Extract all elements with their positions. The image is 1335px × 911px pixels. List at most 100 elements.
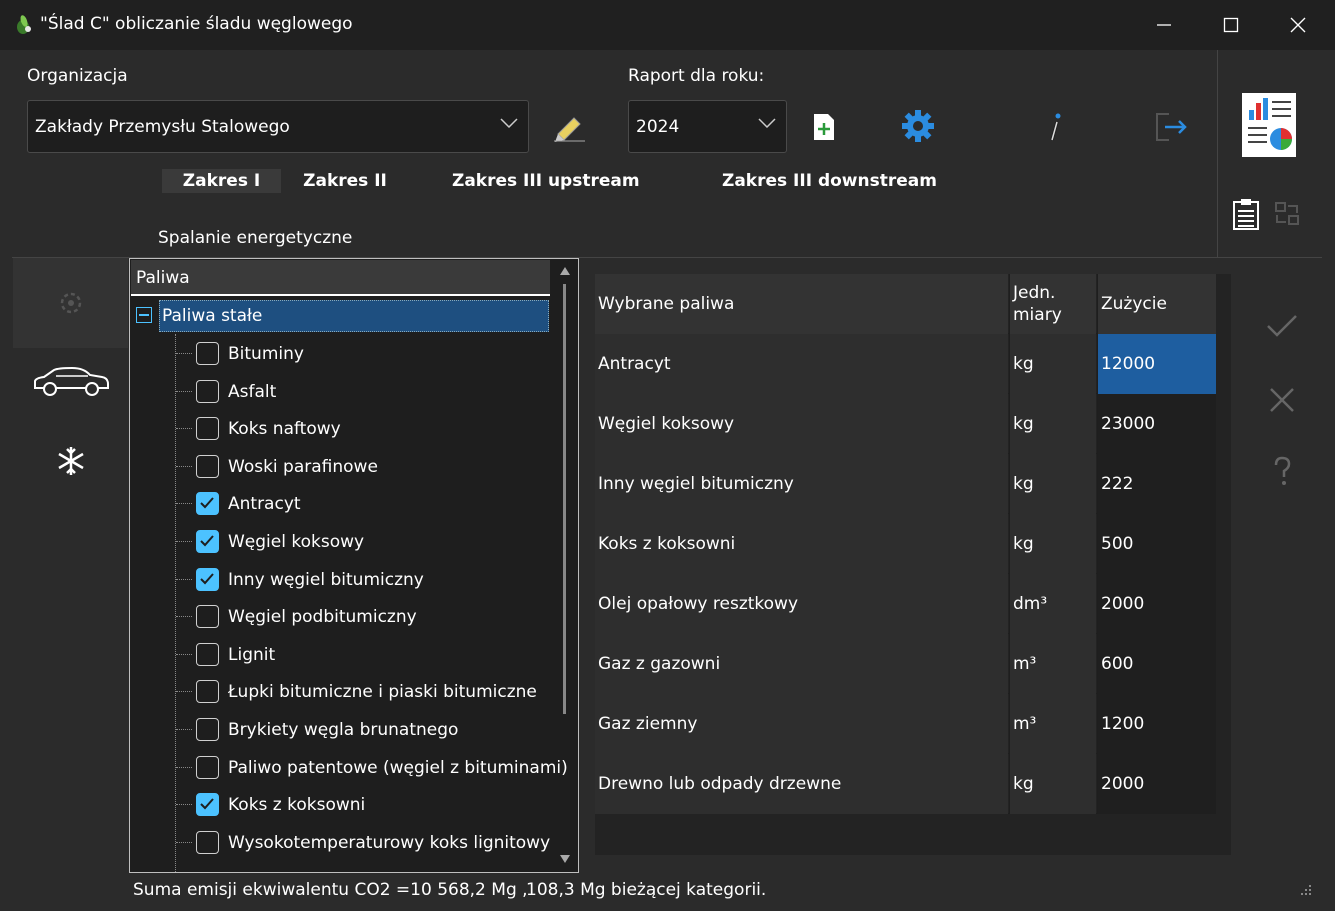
fuel-checkbox[interactable] bbox=[196, 568, 219, 591]
status-category-emissions: 108,3 Mg bieżącej kategorii. bbox=[526, 880, 767, 900]
tree-item[interactable]: Wysokotemperaturowy koks lignitowy bbox=[130, 825, 550, 861]
panel-divider bbox=[1217, 50, 1218, 257]
tree-item[interactable]: Antracyt bbox=[130, 486, 550, 522]
tree-item[interactable]: Bituminy bbox=[130, 336, 550, 372]
sidebar-item-refrigerants[interactable] bbox=[13, 432, 128, 490]
sidebar-item-transport[interactable] bbox=[13, 352, 128, 412]
fuel-checkbox[interactable] bbox=[196, 380, 219, 403]
column-header-usage-text: Zużycie bbox=[1101, 294, 1167, 314]
usage-input-cell[interactable]: 2000 bbox=[1097, 574, 1216, 634]
tree-connector bbox=[176, 353, 192, 354]
help-question-icon bbox=[1274, 456, 1291, 485]
report-view-button[interactable] bbox=[1238, 90, 1300, 160]
scrollbar-thumb[interactable] bbox=[563, 284, 566, 714]
fuel-checkbox[interactable] bbox=[196, 831, 219, 854]
table-row[interactable]: Gaz ziemny m³ 1200 bbox=[595, 694, 1216, 754]
organization-select[interactable]: Zakłady Przemysłu Stalowego bbox=[27, 100, 529, 153]
settings-button[interactable] bbox=[898, 106, 938, 146]
tree-header: Paliwa bbox=[131, 260, 550, 296]
collapse-toggle[interactable] bbox=[136, 307, 152, 323]
fuel-checkbox[interactable] bbox=[196, 680, 219, 703]
table-row[interactable]: Olej opałowy resztkowy dm³ 2000 bbox=[595, 574, 1216, 634]
fuel-checkbox[interactable] bbox=[196, 756, 219, 779]
fuel-checkbox[interactable] bbox=[196, 455, 219, 478]
tab-scope-3-downstream[interactable]: Zakres III downstream bbox=[722, 169, 937, 193]
fuel-checkbox[interactable] bbox=[196, 530, 219, 553]
usage-input-cell[interactable]: 23000 bbox=[1097, 394, 1216, 454]
check-icon bbox=[200, 497, 214, 509]
table-row[interactable]: Węgiel koksowy kg 23000 bbox=[595, 394, 1216, 454]
unit-cell: m³ bbox=[1009, 634, 1096, 694]
tree-connector bbox=[176, 691, 192, 692]
tree-item[interactable]: Brykiety węgla brunatnego bbox=[130, 712, 550, 748]
maximize-button[interactable] bbox=[1197, 0, 1265, 50]
exit-button[interactable] bbox=[1152, 108, 1192, 146]
usage-input-cell[interactable]: 1200 bbox=[1097, 694, 1216, 754]
checkmark-icon bbox=[1267, 315, 1297, 337]
fuel-checkbox[interactable] bbox=[196, 417, 219, 440]
tree-item-label: Koks naftowy bbox=[228, 419, 341, 439]
help-button[interactable] bbox=[1262, 452, 1302, 492]
usage-input-cell[interactable]: 600 bbox=[1097, 634, 1216, 694]
cancel-button[interactable] bbox=[1262, 380, 1302, 420]
tree-item[interactable]: Asfalt bbox=[130, 374, 550, 410]
info-button[interactable] bbox=[1040, 108, 1070, 146]
window-title: "Ślad C" obliczanie śladu węglowego bbox=[40, 14, 353, 34]
tree-connector bbox=[176, 654, 192, 655]
resize-grip-icon[interactable] bbox=[1298, 882, 1312, 896]
sync-button[interactable] bbox=[1270, 196, 1304, 232]
tree-item[interactable]: Węgiel podbitumiczny bbox=[130, 599, 550, 635]
unit-cell: kg bbox=[1009, 514, 1096, 574]
usage-input-cell[interactable]: 222 bbox=[1097, 454, 1216, 514]
report-chart-icon bbox=[1242, 93, 1296, 157]
tree-item[interactable]: Woski parafinowe bbox=[130, 449, 550, 485]
tab-scope-3-upstream[interactable]: Zakres III upstream bbox=[452, 169, 640, 193]
column-header-unit-text: Jedn. miary bbox=[1013, 283, 1062, 325]
fuel-checkbox[interactable] bbox=[196, 793, 219, 816]
table-row[interactable]: Antracyt kg 12000 bbox=[595, 334, 1216, 394]
tree-item[interactable]: Koks z koksowni bbox=[130, 787, 550, 823]
fuel-checkbox[interactable] bbox=[196, 342, 219, 365]
report-year-label: Raport dla roku: bbox=[628, 66, 765, 86]
edit-organization-button[interactable] bbox=[549, 108, 589, 146]
unit-cell: kg bbox=[1009, 754, 1096, 814]
close-button[interactable] bbox=[1264, 0, 1332, 50]
table-row[interactable]: Gaz z gazowni m³ 600 bbox=[595, 634, 1216, 694]
tree-item[interactable]: Węgiel koksowy bbox=[130, 524, 550, 560]
tree-group-paliwa-stale[interactable]: Paliwa stałe bbox=[159, 300, 549, 332]
tab-scope-1[interactable]: Zakres I bbox=[162, 169, 281, 193]
report-year-select[interactable]: 2024 bbox=[628, 100, 787, 153]
confirm-button[interactable] bbox=[1262, 306, 1302, 346]
usage-input-cell[interactable]: 500 bbox=[1097, 514, 1216, 574]
fuel-checkbox[interactable] bbox=[196, 492, 219, 515]
tab-scope-2[interactable]: Zakres II bbox=[296, 169, 394, 193]
clipboard-icon bbox=[1233, 199, 1259, 230]
close-icon bbox=[1290, 17, 1306, 33]
usage-input-cell[interactable]: 12000 bbox=[1097, 334, 1216, 394]
minus-icon bbox=[139, 314, 149, 316]
table-row[interactable]: Drewno lub odpady drzewne kg 2000 bbox=[595, 754, 1216, 814]
tree-connector bbox=[176, 466, 192, 467]
fuel-checkbox[interactable] bbox=[196, 643, 219, 666]
minimize-button[interactable] bbox=[1130, 0, 1198, 50]
tree-item[interactable]: Inny węgiel bitumiczny bbox=[130, 562, 550, 598]
sidebar-item-combustion[interactable] bbox=[13, 258, 128, 348]
table-row[interactable]: Koks z koksowni kg 500 bbox=[595, 514, 1216, 574]
tree-item[interactable]: Paliwo patentowe (węgiel z bituminami) bbox=[130, 750, 568, 786]
new-report-button[interactable] bbox=[806, 110, 842, 144]
scroll-down-icon[interactable] bbox=[559, 854, 571, 864]
fuel-checkbox[interactable] bbox=[196, 718, 219, 741]
table-row[interactable]: Inny węgiel bitumiczny kg 222 bbox=[595, 454, 1216, 514]
fuel-checkbox[interactable] bbox=[196, 605, 219, 628]
clipboard-button[interactable] bbox=[1229, 196, 1263, 232]
pencil-icon bbox=[554, 117, 585, 142]
tree-scrollbar[interactable] bbox=[553, 260, 577, 871]
usage-input-cell[interactable]: 2000 bbox=[1097, 754, 1216, 814]
fuel-name-cell: Węgiel koksowy bbox=[595, 394, 1008, 454]
tree-connector bbox=[176, 804, 192, 805]
fuel-name-cell: Gaz ziemny bbox=[595, 694, 1008, 754]
scroll-up-icon[interactable] bbox=[559, 266, 571, 276]
tree-item[interactable]: Lignit bbox=[130, 637, 550, 673]
tree-item[interactable]: Łupki bitumiczne i piaski bitumiczne bbox=[130, 674, 550, 710]
tree-item[interactable]: Koks naftowy bbox=[130, 411, 550, 447]
